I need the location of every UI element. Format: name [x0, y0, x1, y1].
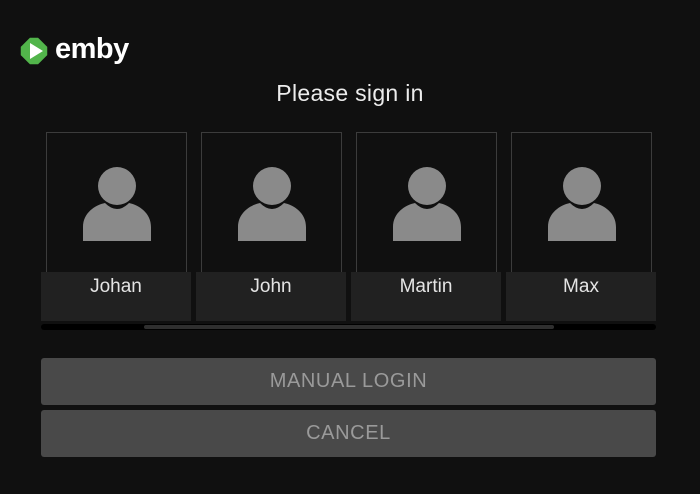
user-name: Martin: [399, 276, 453, 297]
user-card-johan[interactable]: Johan: [41, 132, 191, 321]
login-page: emby Please sign in Johan John Martin Ma…: [0, 0, 700, 494]
user-name: Max: [563, 276, 599, 297]
user-avatar: [511, 132, 652, 273]
emby-logo-text: emby: [55, 32, 129, 65]
user-avatar-icon: [548, 167, 616, 241]
user-card-max[interactable]: Max: [506, 132, 656, 321]
user-avatar: [356, 132, 497, 273]
manual-login-button[interactable]: MANUAL LOGIN: [41, 358, 656, 405]
user-card-john[interactable]: John: [196, 132, 346, 321]
page-title: Please sign in: [276, 80, 424, 106]
emby-logo: emby: [16, 33, 129, 69]
user-list: Johan John Martin Max: [41, 132, 656, 322]
cancel-button[interactable]: CANCEL: [41, 410, 656, 457]
user-avatar: [46, 132, 187, 273]
user-avatar: [201, 132, 342, 273]
user-name: John: [250, 276, 292, 297]
emby-logo-icon: [16, 33, 52, 69]
user-avatar-icon: [83, 167, 151, 241]
user-name: Johan: [90, 276, 142, 297]
user-avatar-icon: [238, 167, 306, 241]
user-card-martin[interactable]: Martin: [351, 132, 501, 321]
horizontal-scrollbar[interactable]: [41, 324, 656, 330]
scrollbar-thumb[interactable]: [144, 325, 554, 329]
user-avatar-icon: [393, 167, 461, 241]
